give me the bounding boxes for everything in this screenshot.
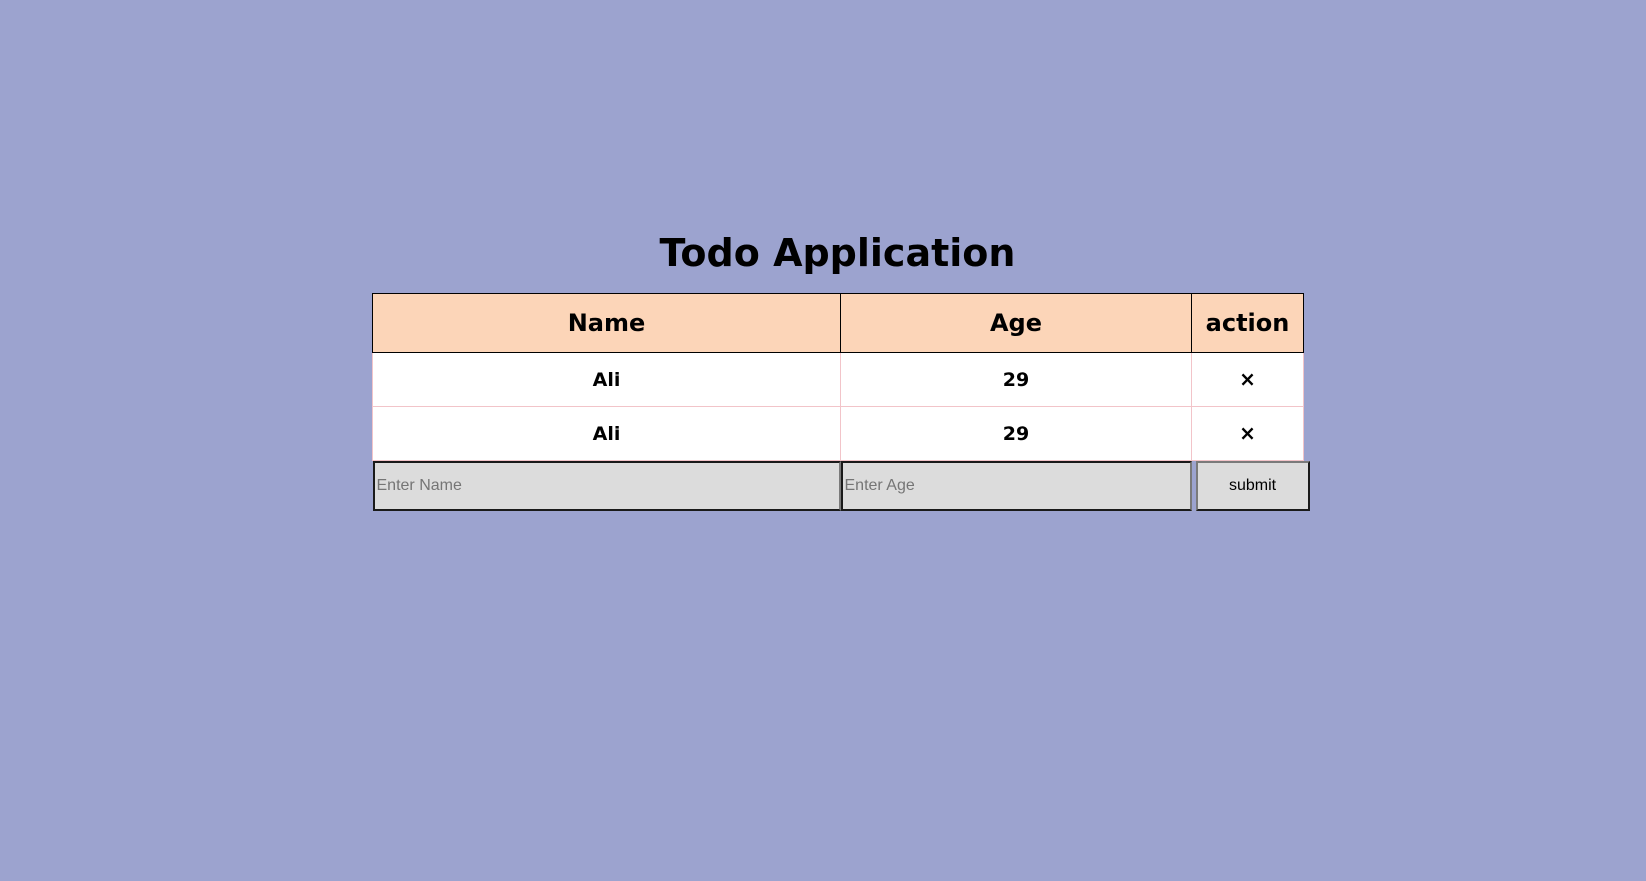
delete-row-button[interactable]: × [1239,423,1256,443]
name-input[interactable] [372,461,841,511]
column-header-age: Age [840,293,1192,353]
submit-button[interactable]: submit [1195,461,1310,511]
table-row: Ali 29 × [372,352,1304,407]
table-row: Ali 29 × [372,406,1304,461]
row-age-cell: 29 [840,406,1192,461]
todo-app: Todo Application Name Age action Ali 29 … [372,226,1310,511]
row-action-cell: × [1191,406,1304,461]
column-header-action: action [1191,293,1304,353]
row-name-cell: Ali [372,352,841,407]
delete-row-button[interactable]: × [1239,369,1256,389]
row-name-cell: Ali [372,406,841,461]
submit-cell: submit [1192,461,1310,511]
page-title: Todo Application [659,231,1016,275]
todo-table: Name Age action Ali 29 × Ali 29 × Enter … [372,293,1310,511]
age-input-cell [840,461,1192,511]
age-input[interactable] [840,461,1192,511]
add-entry-row: submit [372,461,1310,511]
name-input-cell [372,461,841,511]
row-action-cell: × [1191,352,1304,407]
table-header-row: Name Age action [372,293,1304,353]
column-header-name: Name [372,293,841,353]
row-age-cell: 29 [840,352,1192,407]
